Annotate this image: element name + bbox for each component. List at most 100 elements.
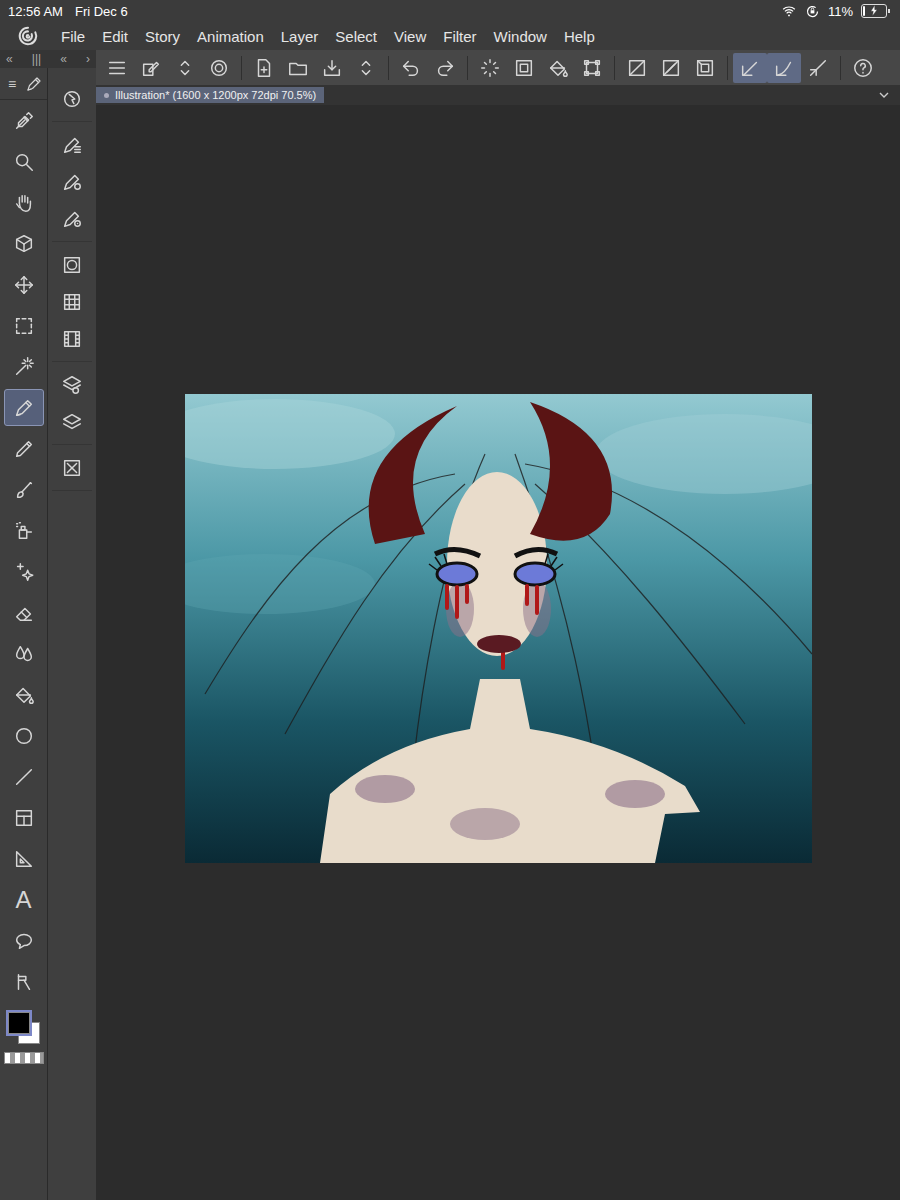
tool-button[interactable]	[4, 471, 44, 508]
hand-icon[interactable]	[13, 192, 35, 214]
tool-button[interactable]	[4, 143, 44, 180]
tool-button[interactable]	[4, 512, 44, 549]
tool-button[interactable]	[4, 184, 44, 221]
eraser-icon[interactable]	[13, 602, 35, 624]
tool-button[interactable]	[4, 102, 44, 139]
main-color[interactable]	[8, 1012, 30, 1034]
panel-button[interactable]	[52, 449, 92, 486]
transparent-color[interactable]	[4, 1052, 44, 1064]
tool-button[interactable]	[4, 840, 44, 877]
panel-collapse-button[interactable]: ›	[86, 52, 90, 66]
panel-button[interactable]	[52, 403, 92, 440]
tool-button[interactable]	[4, 225, 44, 262]
command-button[interactable]	[767, 53, 801, 83]
redo-icon[interactable]	[434, 57, 456, 79]
command-button[interactable]	[620, 53, 654, 83]
menu-item[interactable]: Window	[494, 28, 547, 45]
figure-icon[interactable]	[13, 766, 35, 788]
panel-button[interactable]	[52, 80, 92, 117]
auto-select-icon[interactable]	[13, 356, 35, 378]
document-tab[interactable]: Illustration* (1600 x 1200px 72dpi 70.5%…	[96, 87, 324, 103]
text-tool-icon[interactable]: A	[15, 888, 31, 912]
command-button[interactable]	[349, 53, 383, 83]
menu-icon[interactable]	[106, 57, 128, 79]
airbrush-icon[interactable]	[13, 520, 35, 542]
decoration-icon[interactable]	[13, 561, 35, 583]
panel-collapse-button[interactable]: «	[6, 52, 13, 66]
chevron-down-icon[interactable]	[876, 87, 892, 103]
tool-property-icon[interactable]	[61, 171, 83, 193]
pen-icon[interactable]	[13, 397, 35, 419]
tool-button[interactable]	[4, 922, 44, 959]
menu-item[interactable]: Filter	[443, 28, 476, 45]
open-icon[interactable]	[287, 57, 309, 79]
fill-icon[interactable]	[547, 57, 569, 79]
panel-button[interactable]	[52, 366, 92, 403]
navigator-icon[interactable]	[61, 457, 83, 479]
save-icon[interactable]	[321, 57, 343, 79]
snap-special-icon[interactable]	[773, 57, 795, 79]
panel-button[interactable]	[52, 200, 92, 237]
clear-icon[interactable]	[479, 57, 501, 79]
command-button[interactable]	[541, 53, 575, 83]
tool-button[interactable]	[4, 963, 44, 1000]
command-button[interactable]	[247, 53, 281, 83]
selection-icon[interactable]	[13, 315, 35, 337]
brush-icon[interactable]	[13, 479, 35, 501]
menu-item[interactable]: Layer	[281, 28, 319, 45]
frame-icon[interactable]	[13, 807, 35, 829]
command-button[interactable]	[473, 53, 507, 83]
operation-icon[interactable]	[61, 88, 83, 110]
command-button[interactable]	[575, 53, 609, 83]
command-button[interactable]	[428, 53, 462, 83]
timeline-icon[interactable]	[61, 328, 83, 350]
tool-button[interactable]	[4, 430, 44, 467]
invert-icon[interactable]	[660, 57, 682, 79]
updown-icon[interactable]	[355, 57, 377, 79]
menu-item[interactable]: Story	[145, 28, 180, 45]
tool-button[interactable]	[4, 266, 44, 303]
selection-border-icon[interactable]	[694, 57, 716, 79]
tool-button[interactable]	[4, 553, 44, 590]
command-button[interactable]	[315, 53, 349, 83]
menu-item[interactable]: View	[394, 28, 426, 45]
panel-button[interactable]	[52, 320, 92, 357]
command-button[interactable]	[733, 53, 767, 83]
command-button[interactable]	[202, 53, 236, 83]
clear-outside-icon[interactable]	[513, 57, 535, 79]
gradient-icon[interactable]	[13, 725, 35, 747]
eyedropper-icon[interactable]	[13, 110, 35, 132]
transform-icon[interactable]	[581, 57, 603, 79]
tool-button[interactable]	[4, 307, 44, 344]
command-button[interactable]	[134, 53, 168, 83]
object-icon[interactable]	[13, 233, 35, 255]
correct-line-icon[interactable]	[13, 971, 35, 993]
command-button[interactable]	[846, 53, 880, 83]
menu-item[interactable]: Help	[564, 28, 595, 45]
move-icon[interactable]	[13, 274, 35, 296]
deselect-icon[interactable]	[626, 57, 648, 79]
color-wheel-icon[interactable]	[61, 254, 83, 276]
panel-button[interactable]	[52, 163, 92, 200]
layer-icon[interactable]	[61, 411, 83, 433]
zoom-icon[interactable]	[13, 151, 35, 173]
blend-icon[interactable]	[13, 643, 35, 665]
fill-icon[interactable]	[13, 684, 35, 706]
tool-button[interactable]	[4, 348, 44, 385]
color-swatches[interactable]	[4, 1010, 44, 1046]
brush-icon[interactable]	[25, 75, 43, 93]
tool-menu-button[interactable]: ≡	[8, 76, 16, 92]
command-button[interactable]	[394, 53, 428, 83]
menu-item[interactable]: Edit	[102, 28, 128, 45]
snap-ruler-icon[interactable]	[739, 57, 761, 79]
panel-button[interactable]	[52, 246, 92, 283]
command-button[interactable]	[654, 53, 688, 83]
tool-button[interactable]	[4, 799, 44, 836]
layer-property-icon[interactable]	[61, 374, 83, 396]
command-button[interactable]	[507, 53, 541, 83]
command-button[interactable]	[168, 53, 202, 83]
help-icon[interactable]	[852, 57, 874, 79]
menu-item[interactable]: File	[61, 28, 85, 45]
color-set-icon[interactable]	[61, 291, 83, 313]
panel-button[interactable]	[52, 126, 92, 163]
